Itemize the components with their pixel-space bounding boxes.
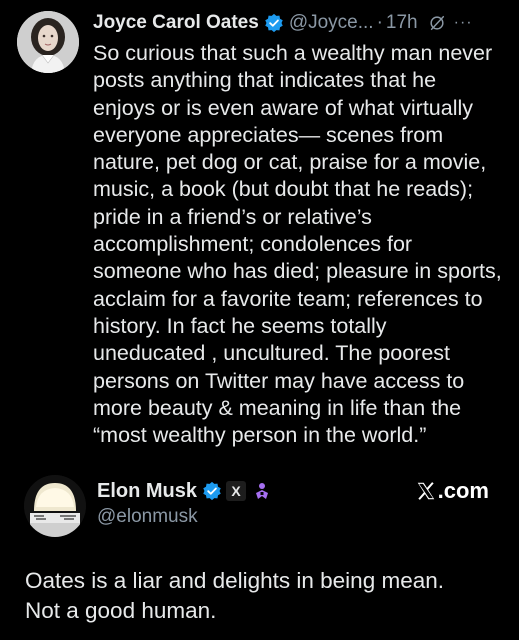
author-name[interactable]: Elon Musk [97,480,197,503]
tweet-text-line: music, a book (but doubt that he reads); [93,177,474,202]
author-handle[interactable]: @elonmusk [97,506,198,528]
tweet-elon-musk[interactable]: Elon Musk X @elonmusk .com Oates is a li… [0,470,519,640]
tweet-text-line: So curious that such a wealthy man never [93,41,493,65]
verified-badge-icon [265,13,283,33]
tweet-text: Oates is a liar and delights in being me… [25,566,505,626]
tweet-text-line: nature, pet dog or cat, praise for a mov… [93,150,487,175]
verified-badge-icon [203,481,221,501]
tweet-text-line: everyone appreciates— scenes from [93,122,444,147]
tweet-text-line: Not a good human. [25,598,217,623]
author-handle[interactable]: @Joyce... [289,12,374,34]
tweet-text-line: more beauty & meaning in life than the [93,395,462,420]
avatar-helmet-icon [24,475,86,537]
tweet-text-line: posts anything that indicates that he [93,68,437,93]
tweet-joyce-carol-oates[interactable]: Joyce Carol Oates @Joyce... · 17h ··· So… [0,0,519,470]
more-options-icon[interactable]: ··· [454,14,473,32]
author-name[interactable]: Joyce Carol Oates [93,12,259,34]
tweet-text-line: enjoys or is even aware of what virtuall… [93,95,474,120]
tweet-text-line: accomplishment; condolences for [93,232,413,257]
tweet-text-line: “most wealthy person in the world.” [93,423,427,448]
tweet-text: So curious that such a wealthy man never… [93,40,513,449]
tweet-text-line: someone who has died; pleasure in sports… [93,259,502,284]
tweet-text-line: uneducated , uncultured. The poorest [93,341,450,366]
tweet-text-line: Oates is a liar and delights in being me… [25,568,444,593]
tweet-header: Elon Musk X [97,478,272,504]
author-avatar[interactable] [17,11,79,73]
separator-dot: · [376,12,383,33]
timestamp[interactable]: 17h [386,12,418,34]
tweet-text-line: pride in a friend’s or relative’s [93,204,372,229]
x-affiliation-badge[interactable]: X [226,481,247,501]
x-dot-com-logo[interactable]: .com [415,478,489,504]
author-avatar[interactable] [24,475,86,537]
x-logo-icon [417,482,434,500]
grok-icon[interactable] [428,14,446,32]
avatar-portrait-icon [17,11,79,73]
tweet-text-line: acclaim for a favorite team; references … [93,286,483,311]
tweet-text-line: history. In fact he seems totally [93,313,387,338]
government-affiliate-icon [256,483,269,499]
tweet-header: Joyce Carol Oates @Joyce... · 17h ··· [93,8,513,38]
x-dot-com-label: .com [437,478,489,503]
tweet-text-line: persons on Twitter may have access to [93,368,465,393]
